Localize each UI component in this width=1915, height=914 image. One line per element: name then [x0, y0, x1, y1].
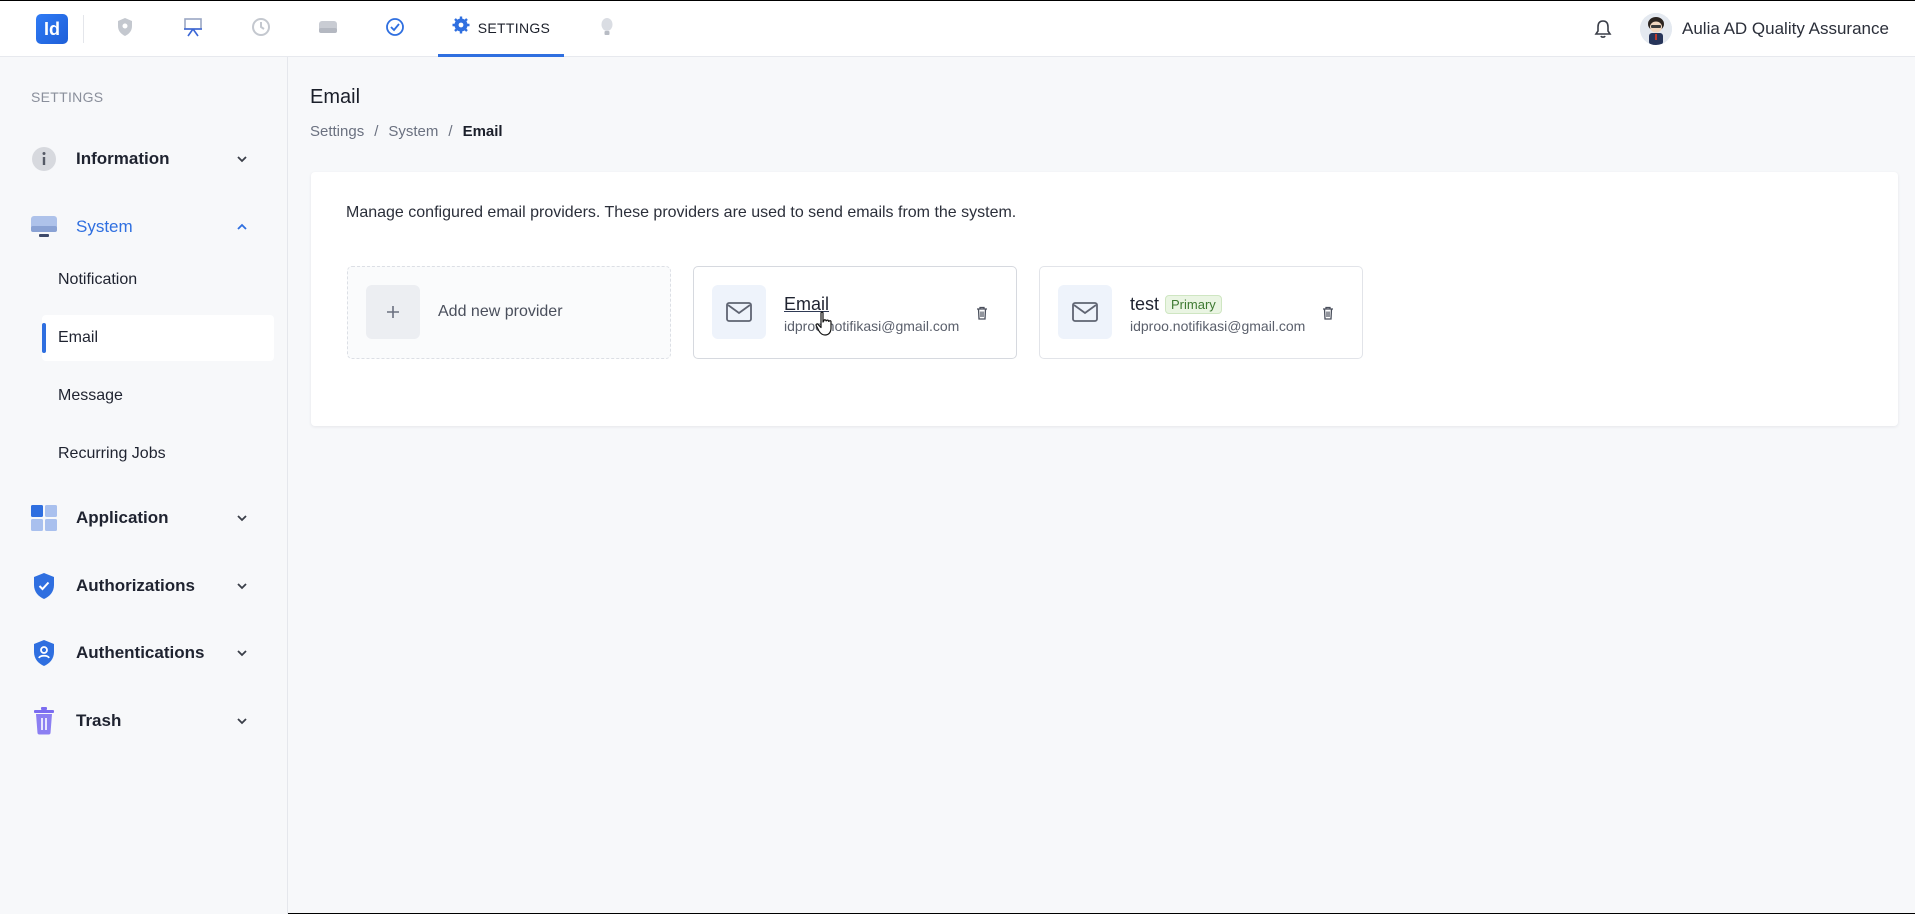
- presentation-icon[interactable]: [182, 16, 204, 38]
- chevron-down-icon: [237, 583, 247, 590]
- provider-email: idproo.notifikasi@gmail.com: [1130, 318, 1306, 334]
- page-title: Email: [310, 86, 361, 108]
- breadcrumb-settings[interactable]: Settings: [310, 123, 364, 140]
- sidebar-item-application[interactable]: Application: [30, 500, 262, 536]
- avatar[interactable]: [1640, 13, 1672, 45]
- user-name[interactable]: Aulia AD Quality Assurance: [1682, 19, 1889, 39]
- provider-card-test[interactable]: test Primary idproo.notifikasi@gmail.com: [1039, 266, 1363, 359]
- delete-icon[interactable]: [1320, 305, 1336, 321]
- apps-grid-icon: [30, 504, 58, 532]
- sidebar-subitem-notification[interactable]: Notification: [42, 257, 274, 303]
- hand-pointer-cursor: [815, 311, 832, 336]
- provider-name-text: test: [1130, 294, 1160, 314]
- chevron-down-icon: [237, 156, 247, 163]
- tab-settings[interactable]: SETTINGS: [438, 1, 564, 57]
- history-icon[interactable]: [250, 16, 272, 38]
- shield-icon[interactable]: [114, 16, 136, 38]
- shield-check-icon: [30, 572, 58, 600]
- sidebar-item-label: Information: [76, 149, 170, 168]
- sidebar-item-label: Authorizations: [76, 576, 195, 595]
- sidebar-item-label: Application: [76, 508, 169, 527]
- add-provider-label: Add new provider: [438, 303, 563, 320]
- sidebar-subitem-message[interactable]: Message: [42, 373, 274, 419]
- sidebar: SETTINGS Information System Notification…: [0, 57, 288, 914]
- breadcrumb: Settings / System / Email: [310, 123, 503, 140]
- tab-settings-label: SETTINGS: [477, 19, 551, 36]
- primary-badge: Primary: [1165, 295, 1222, 314]
- sidebar-heading: SETTINGS: [31, 89, 104, 105]
- plus-icon: [366, 285, 420, 339]
- provider-card-email[interactable]: Email idproo.notifikasi@gmail.com: [693, 266, 1017, 359]
- top-navbar: Id SETTINGS Aulia AD Quality Assurance: [0, 1, 1915, 57]
- trash-icon: [30, 707, 58, 735]
- sidebar-item-authorizations[interactable]: Authorizations: [30, 568, 262, 604]
- sidebar-item-label: Trash: [76, 711, 122, 730]
- breadcrumb-separator: /: [448, 123, 453, 140]
- sidebar-item-system[interactable]: System: [30, 209, 262, 245]
- chevron-down-icon: [237, 718, 247, 725]
- chevron-up-icon: [237, 223, 247, 230]
- shield-user-icon: [30, 639, 58, 667]
- drive-icon[interactable]: [317, 16, 339, 38]
- sidebar-item-label: System: [76, 217, 133, 236]
- sidebar-item-authentications[interactable]: Authentications: [30, 635, 262, 671]
- app-logo[interactable]: Id: [36, 14, 68, 44]
- breadcrumb-separator: /: [374, 123, 379, 140]
- monitor-icon: [30, 213, 58, 241]
- chevron-down-icon: [237, 515, 247, 522]
- bell-icon[interactable]: [1592, 18, 1614, 40]
- sidebar-subitem-recurring-jobs[interactable]: Recurring Jobs: [42, 431, 274, 477]
- providers-description: Manage configured email providers. These…: [346, 204, 1017, 221]
- breadcrumb-email: Email: [462, 123, 503, 140]
- check-circle-icon[interactable]: [384, 16, 406, 38]
- divider: [83, 15, 84, 43]
- mail-icon: [712, 285, 766, 339]
- email-providers-card: Manage configured email providers. These…: [311, 172, 1898, 426]
- sidebar-item-trash[interactable]: Trash: [30, 703, 262, 739]
- add-provider-button[interactable]: Add new provider: [347, 266, 671, 359]
- breadcrumb-system[interactable]: System: [388, 123, 438, 140]
- gear-icon: [452, 16, 470, 39]
- provider-email: idproo.notifikasi@gmail.com: [784, 318, 960, 334]
- delete-icon[interactable]: [974, 305, 990, 321]
- info-icon: [30, 145, 58, 173]
- sidebar-item-information[interactable]: Information: [30, 141, 262, 177]
- sidebar-subitem-email[interactable]: Email: [42, 315, 274, 361]
- lightbulb-icon[interactable]: [596, 16, 618, 38]
- provider-name[interactable]: test Primary: [1130, 294, 1222, 315]
- sidebar-item-label: Authentications: [76, 643, 205, 662]
- mail-icon: [1058, 285, 1112, 339]
- chevron-down-icon: [237, 650, 247, 657]
